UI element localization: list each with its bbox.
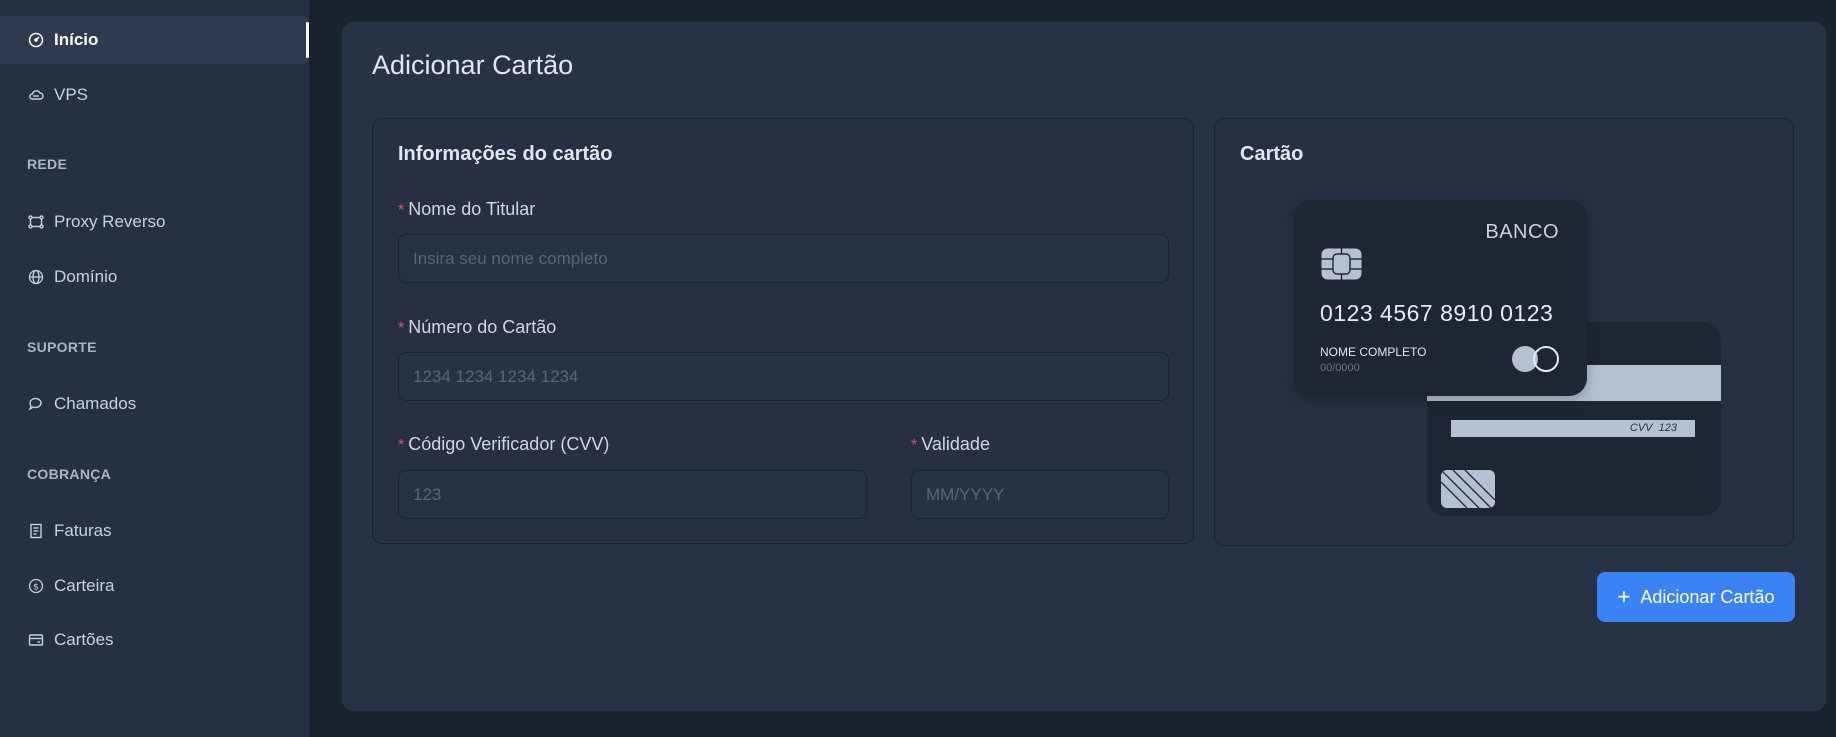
sidebar-item-dominio[interactable]: Domínio: [0, 253, 309, 301]
bank-name: BANCO: [1485, 221, 1559, 243]
sidebar-item-carteira[interactable]: $ Carteira: [0, 562, 309, 610]
cvv-input[interactable]: [399, 471, 866, 518]
cloud-icon: [27, 87, 44, 104]
cvv-preview-label: CVV: [1629, 422, 1653, 434]
section-label-suporte: SUPORTE: [27, 339, 97, 355]
chat-icon: [27, 396, 44, 413]
expiry-label: * Validade: [911, 434, 990, 454]
card-number-preview: 0123 4567 8910 0123: [1320, 300, 1554, 326]
svg-text:$: $: [33, 583, 39, 593]
cvv-label: * Código Verificador (CVV): [398, 434, 610, 454]
section-label-rede: REDE: [27, 156, 68, 172]
holder-input[interactable]: [399, 235, 1168, 282]
cvv-field: [398, 470, 867, 519]
sidebar: Início VPS REDE Proxy Reverso Domínio SU…: [0, 0, 309, 737]
card-brand-icon: [1510, 344, 1562, 374]
sidebar-item-cartoes[interactable]: Cartões: [0, 616, 309, 664]
invoice-icon: [27, 523, 44, 540]
expiry-input[interactable]: [912, 471, 1168, 518]
card-preview-panel: Cartão CVV 123 BANCO 0123 4567 8910 0123…: [1214, 118, 1794, 546]
dollar-icon: $: [27, 578, 44, 595]
sidebar-item-faturas[interactable]: Faturas: [0, 507, 309, 555]
page-title: Adicionar Cartão: [372, 50, 574, 80]
card-number-input[interactable]: [399, 353, 1168, 400]
card-info-panel: Informações do cartão *Nome do Titular *…: [372, 118, 1194, 544]
holder-name-preview: NOME COMPLETO: [1320, 345, 1427, 359]
section-label-cobranca: COBRANÇA: [27, 466, 112, 482]
number-field: [398, 352, 1169, 401]
add-card-button-label: Adicionar Cartão: [1640, 586, 1775, 607]
sidebar-item-label: Proxy Reverso: [54, 212, 166, 231]
card-info-title: Informações do cartão: [398, 143, 613, 165]
sidebar-item-chamados[interactable]: Chamados: [0, 380, 309, 428]
card-preview-title: Cartão: [1240, 143, 1304, 165]
chip-icon: [1321, 248, 1362, 280]
required-mark: *: [911, 437, 918, 454]
sidebar-item-label: Domínio: [54, 267, 118, 286]
card-front: BANCO 0123 4567 8910 0123 NOME COMPLETO …: [1294, 200, 1587, 396]
main-panel: Adicionar Cartão Informações do cartão *…: [342, 22, 1826, 711]
expiry-preview: 00/0000: [1320, 362, 1360, 374]
sidebar-item-label: Faturas: [54, 521, 112, 540]
holder-field: [398, 234, 1169, 283]
holder-label: * Nome do Titular: [398, 199, 536, 219]
sidebar-item-vps[interactable]: VPS: [0, 71, 309, 119]
required-mark: *: [398, 202, 405, 219]
globe-icon: [27, 269, 44, 286]
cvv-preview-value: 123: [1658, 422, 1677, 434]
signature-strip: CVV 123: [1451, 420, 1695, 437]
sidebar-item-label: Carteira: [54, 576, 115, 595]
sidebar-item-label: VPS: [54, 85, 89, 104]
card-icon: [27, 632, 44, 649]
add-card-button[interactable]: + Adicionar Cartão: [1597, 572, 1795, 622]
sidebar-item-proxy-reverso[interactable]: Proxy Reverso: [0, 198, 309, 246]
sidebar-item-label: Chamados: [54, 394, 137, 413]
sidebar-item-inicio[interactable]: Início: [0, 16, 309, 64]
sidebar-item-label: Cartões: [54, 630, 114, 649]
number-label: * Número do Cartão: [398, 317, 557, 337]
sidebar-item-label: Início: [54, 30, 99, 49]
required-mark: *: [398, 437, 405, 454]
proxy-icon: [27, 214, 44, 231]
dashboard-icon: [27, 32, 44, 49]
required-mark: *: [398, 320, 405, 337]
expiry-field: [911, 470, 1169, 519]
plus-icon: +: [1617, 584, 1631, 609]
hologram-icon: [1441, 470, 1495, 508]
